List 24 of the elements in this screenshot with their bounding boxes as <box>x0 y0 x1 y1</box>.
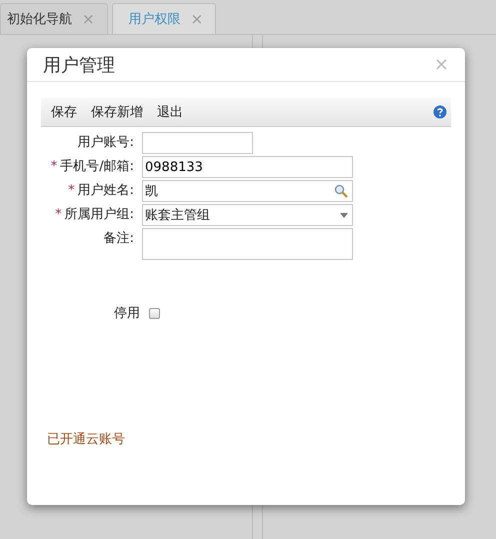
toolbar-button[interactable]: 保存新增 <box>85 103 149 121</box>
field-label: 用户姓名: <box>78 183 134 198</box>
field-label: 所属用户组: <box>64 207 134 222</box>
input-field[interactable] <box>142 132 253 154</box>
field-label: 备注: <box>104 231 134 246</box>
field-label: 用户账号: <box>78 135 134 150</box>
search-icon[interactable] <box>334 184 348 198</box>
caret-icon <box>340 212 348 218</box>
input-field[interactable]: 凯 <box>142 180 353 202</box>
checkbox-label: 停用 <box>114 305 140 322</box>
toolbar-button[interactable]: 保存 <box>45 103 83 121</box>
input-field[interactable]: 0988133 <box>142 156 353 178</box>
field-label: 手机号/邮箱: <box>60 159 134 174</box>
toolbar-button[interactable]: 退出 <box>151 103 189 121</box>
status-note: 已开通云账号 <box>47 431 126 448</box>
dropdown[interactable]: 账套主管组 <box>142 204 353 226</box>
required-mark: * <box>50 159 58 174</box>
checkbox[interactable] <box>149 308 160 318</box>
help-icon[interactable] <box>433 105 447 119</box>
dialog-title: 用户管理 <box>43 54 115 76</box>
required-mark: * <box>55 207 62 222</box>
text-area[interactable] <box>142 228 353 260</box>
required-mark: * <box>68 183 75 198</box>
tab[interactable]: 初始化导航 × <box>0 3 108 34</box>
